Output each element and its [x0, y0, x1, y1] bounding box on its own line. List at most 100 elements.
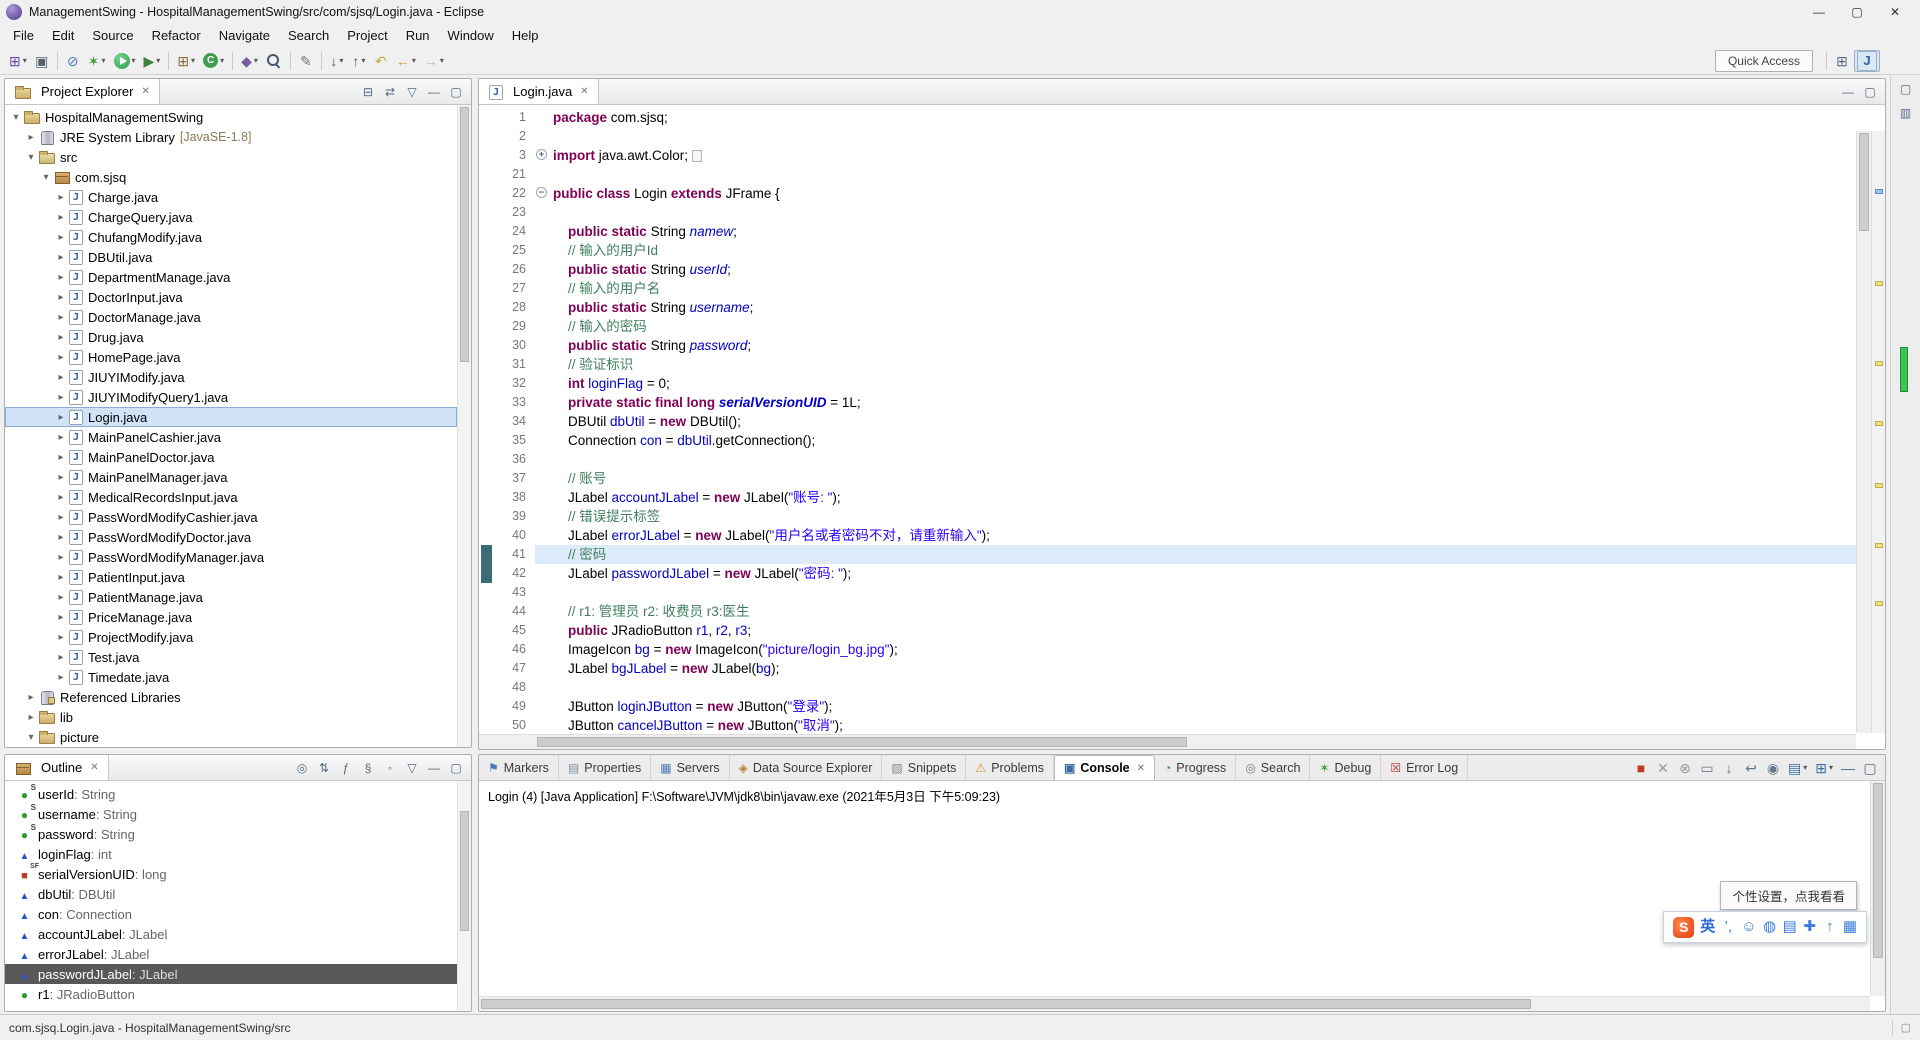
code-line-41[interactable]: 41 // 密码: [479, 545, 1856, 564]
console-output[interactable]: Login (4) [Java Application] F:\Software…: [479, 781, 1870, 996]
overview-marker[interactable]: [1875, 361, 1883, 366]
line-number[interactable]: 25: [479, 241, 535, 260]
scroll-lock-button[interactable]: ↓: [1719, 757, 1739, 779]
scrollbar-thumb[interactable]: [460, 107, 469, 362]
remove-all-terminated-button[interactable]: ⊗: [1675, 757, 1695, 779]
input-mode-icon[interactable]: 英: [1697, 916, 1718, 938]
menu-edit[interactable]: Edit: [43, 25, 83, 46]
menu-refactor[interactable]: Refactor: [143, 25, 210, 46]
clear-console-button[interactable]: ▭: [1697, 757, 1717, 779]
line-number[interactable]: 34: [479, 412, 535, 431]
outline-scrollbar[interactable]: [457, 781, 471, 1011]
code-line-48[interactable]: 48: [479, 678, 1856, 697]
open-console-button[interactable]: ⊞▾: [1812, 757, 1836, 779]
tree-item-departmentmanage-java[interactable]: ▸DepartmentManage.java: [5, 267, 457, 287]
line-number[interactable]: 33: [479, 393, 535, 412]
tab-data-source-explorer[interactable]: ◈Data Source Explorer: [730, 755, 883, 780]
overview-marker[interactable]: [1875, 601, 1883, 606]
maximize-button[interactable]: ▢: [446, 81, 466, 103]
code-line-34[interactable]: 34 DBUtil dbUtil = new DBUtil();: [479, 412, 1856, 431]
outline-item-loginflag[interactable]: loginFlag : int: [5, 844, 457, 864]
tab-markers[interactable]: ⚑Markers: [479, 755, 559, 780]
line-number[interactable]: 22: [479, 184, 535, 203]
tab-snippets[interactable]: ▧Snippets: [882, 755, 966, 780]
up-arrow-icon[interactable]: ↑: [1820, 916, 1840, 938]
tab-console[interactable]: ▣Console✕: [1054, 755, 1155, 780]
menu-run[interactable]: Run: [397, 25, 439, 46]
run-button[interactable]: ▾: [111, 50, 139, 72]
code-line-30[interactable]: 30 public static String password;: [479, 336, 1856, 355]
outline-item-password[interactable]: password : String: [5, 824, 457, 844]
outline-item-r1[interactable]: r1 : JRadioButton: [5, 984, 457, 1004]
minimize-button[interactable]: —: [424, 757, 444, 779]
tab-servers[interactable]: ▦Servers: [651, 755, 729, 780]
menu-help[interactable]: Help: [503, 25, 548, 46]
console-vertical-scrollbar[interactable]: [1870, 781, 1885, 996]
tree-item-com-sjsq[interactable]: ▾com.sjsq: [5, 167, 457, 187]
line-number[interactable]: 23: [479, 203, 535, 222]
link-with-editor-button[interactable]: ⇄: [380, 81, 400, 103]
line-number[interactable]: 27: [479, 279, 535, 298]
tree-item-picture[interactable]: ▾picture: [5, 727, 457, 747]
tree-item-chufangmodify-java[interactable]: ▸ChufangModify.java: [5, 227, 457, 247]
line-number[interactable]: 24: [479, 222, 535, 241]
line-number[interactable]: 44: [479, 602, 535, 621]
punctuation-icon[interactable]: ’,: [1718, 916, 1738, 938]
ime-tooltip[interactable]: 个性设置，点我看看: [1720, 881, 1857, 910]
code-line-21[interactable]: 21: [479, 165, 1856, 184]
line-number[interactable]: 2: [479, 127, 535, 146]
code-line-33[interactable]: 33 private static final long serialVersi…: [479, 393, 1856, 412]
code-line-35[interactable]: 35 Connection con = dbUtil.getConnection…: [479, 431, 1856, 450]
code-line-28[interactable]: 28 public static String username;: [479, 298, 1856, 317]
tab-progress[interactable]: ◔Progress: [1155, 755, 1236, 780]
tree-item-lib[interactable]: ▸lib: [5, 707, 457, 727]
tree-item-dbutil-java[interactable]: ▸DBUtil.java: [5, 247, 457, 267]
code-line-38[interactable]: 38 JLabel accountJLabel = new JLabel("账号…: [479, 488, 1856, 507]
sogou-logo-icon[interactable]: [1670, 916, 1697, 938]
tree-item-referenced-libraries[interactable]: ▸Referenced Libraries: [5, 687, 457, 707]
menu-search[interactable]: Search: [279, 25, 338, 46]
pin-console-button[interactable]: ◉: [1763, 757, 1783, 779]
tree-item-patientmanage-java[interactable]: ▸PatientManage.java: [5, 587, 457, 607]
save-button[interactable]: ▣: [32, 50, 52, 72]
line-number[interactable]: 30: [479, 336, 535, 355]
line-number[interactable]: 35: [479, 431, 535, 450]
debug-button[interactable]: ✶▾: [85, 50, 109, 72]
focus-button[interactable]: ◎: [292, 757, 312, 779]
view-menu-button[interactable]: ▽: [402, 81, 422, 103]
overview-marker[interactable]: [1875, 189, 1883, 194]
code-line-3[interactable]: 3+import java.awt.Color;: [479, 146, 1856, 165]
outline-item-username[interactable]: username : String: [5, 804, 457, 824]
line-number[interactable]: 37: [479, 469, 535, 488]
tab-error-log[interactable]: ☒Error Log: [1381, 755, 1468, 780]
code-line-23[interactable]: 23: [479, 203, 1856, 222]
collapsed-region-icon[interactable]: [692, 150, 702, 162]
last-edit-location-button[interactable]: ↶: [371, 50, 391, 72]
code-line-26[interactable]: 26 public static String userId;: [479, 260, 1856, 279]
line-number[interactable]: 31: [479, 355, 535, 374]
code-line-1[interactable]: 1package com.sjsq;: [479, 108, 1856, 127]
overview-marker[interactable]: [1875, 543, 1883, 548]
line-number[interactable]: 40: [479, 526, 535, 545]
maximize-window-button[interactable]: ▢: [1838, 1, 1876, 23]
tree-item-patientinput-java[interactable]: ▸PatientInput.java: [5, 567, 457, 587]
code-line-29[interactable]: 29 // 输入的密码: [479, 317, 1856, 336]
overview-marker[interactable]: [1875, 421, 1883, 426]
close-view-icon[interactable]: ✕: [141, 86, 149, 97]
code-line-31[interactable]: 31 // 验证标识: [479, 355, 1856, 374]
outline-item-errorjlabel[interactable]: errorJLabel : JLabel: [5, 944, 457, 964]
menu-window[interactable]: Window: [439, 25, 503, 46]
tree-item-drug-java[interactable]: ▸Drug.java: [5, 327, 457, 347]
tree-item-chargequery-java[interactable]: ▸ChargeQuery.java: [5, 207, 457, 227]
code-line-44[interactable]: 44 // r1: 管理员 r2: 收费员 r3:医生: [479, 602, 1856, 621]
menu-source[interactable]: Source: [83, 25, 142, 46]
tab-problems[interactable]: ⚠Problems: [966, 755, 1054, 780]
tree-item-jre-system-library[interactable]: ▸JRE System Library[JavaSE-1.8]: [5, 127, 457, 147]
project-explorer-tab[interactable]: Project Explorer ✕: [5, 79, 160, 104]
minimize-button[interactable]: —: [1838, 757, 1858, 779]
outline-item-passwordjlabel[interactable]: passwordJLabel : JLabel: [5, 964, 457, 984]
external-tools-button[interactable]: ▶▾: [141, 50, 164, 72]
tree-item-jiuyimodify-java[interactable]: ▸JIUYIModify.java: [5, 367, 457, 387]
editor-vertical-scrollbar[interactable]: [1856, 131, 1871, 733]
toolbox-icon[interactable]: ✚: [1800, 916, 1820, 938]
